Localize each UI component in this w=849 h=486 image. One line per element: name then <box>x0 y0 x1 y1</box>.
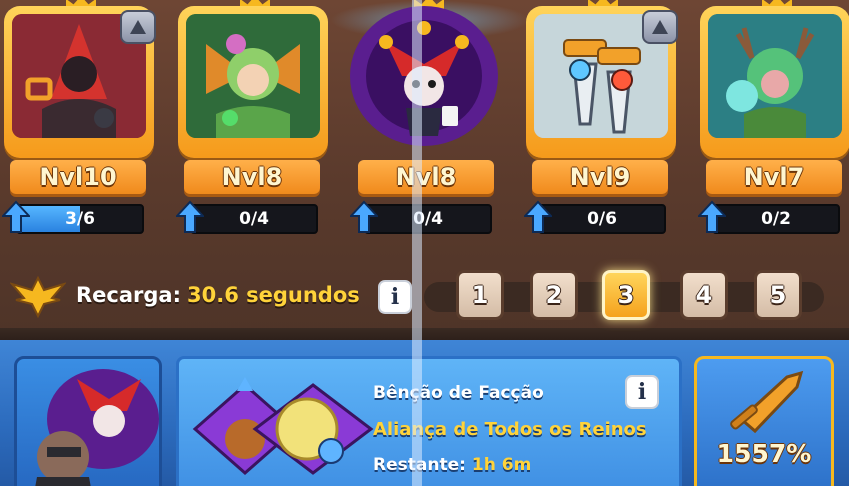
blessing-remaining-value: 1h 6m <box>471 455 532 475</box>
hero-card-5[interactable]: Nvl7 0/2 <box>698 0 849 245</box>
hero-level: Nvl9 <box>532 160 668 194</box>
card-progress-bar: 0/4 <box>190 204 318 234</box>
card-progress-text: 0/4 <box>413 209 443 229</box>
hero-portrait-frame[interactable] <box>178 6 328 158</box>
upgrade-arrow-icon[interactable] <box>2 200 30 234</box>
blessing-remaining: Restante:1h 6m <box>373 455 531 475</box>
power-panel[interactable]: 1557% <box>694 356 834 486</box>
sword-icon <box>730 370 804 434</box>
card-progress-text: 0/2 <box>761 209 791 229</box>
upgrade-arrow-icon[interactable] <box>350 200 378 234</box>
blessing-title: Bênção de Facção <box>373 383 544 403</box>
upgrade-badge-icon[interactable] <box>642 10 678 44</box>
card-progress-bar: 0/6 <box>538 204 666 234</box>
hero-portrait-frame[interactable] <box>4 6 156 158</box>
jester-icon <box>350 6 498 146</box>
druid-icon <box>708 14 842 138</box>
card-progress-text: 0/6 <box>587 209 617 229</box>
cooldown-info-button[interactable]: i <box>378 280 412 314</box>
cooldown-label: Recarga: <box>76 283 181 307</box>
hero-level: Nvl7 <box>706 160 842 194</box>
card-progress-bar: 0/2 <box>712 204 840 234</box>
faction-heroes-icon <box>35 369 159 486</box>
deck-slot-5[interactable]: 5 <box>754 270 802 320</box>
power-percentage: 1557% <box>716 439 812 468</box>
faction-blessing-panel[interactable]: Bênção de Facção Aliança de Todos os Rei… <box>176 356 682 486</box>
deck-slot-1[interactable]: 1 <box>456 270 504 320</box>
upgrade-arrow-icon[interactable] <box>176 200 204 234</box>
upgrade-arrow-icon[interactable] <box>524 200 552 234</box>
blessing-icons <box>192 377 374 475</box>
deck-slot-4[interactable]: 4 <box>680 270 728 320</box>
dryad-icon <box>186 14 320 138</box>
hero-level: Nvl10 <box>10 160 146 194</box>
card-progress-text: 3/6 <box>65 209 95 229</box>
hero-card-3[interactable]: Nvl8 0/4 <box>350 0 510 245</box>
eagle-crest-icon <box>10 275 66 318</box>
overlay-light-beam <box>412 0 422 486</box>
hero-portrait-frame[interactable] <box>700 6 849 158</box>
upgrade-arrow-icon[interactable] <box>698 200 726 234</box>
cooldown-value: 30.6 segundos <box>187 283 360 307</box>
hero-portrait-frame[interactable] <box>350 6 502 158</box>
hero-level: Nvl8 <box>358 160 494 194</box>
hero-card-4[interactable]: Nvl9 0/6 <box>524 0 684 245</box>
deck-slot-3[interactable]: 3 <box>602 270 650 320</box>
hero-level: Nvl8 <box>184 160 320 194</box>
hero-card-1[interactable]: Nvl10 3/6 <box>2 0 162 245</box>
hero-portrait-frame[interactable] <box>526 6 678 158</box>
hero-portrait <box>708 14 842 138</box>
card-progress-bar: 3/6 <box>16 204 144 234</box>
card-progress-text: 0/4 <box>239 209 269 229</box>
card-progress-bar: 0/4 <box>364 204 492 234</box>
faction-heroes-card[interactable] <box>14 356 162 486</box>
hero-card-2[interactable]: Nvl8 0/4 <box>176 0 336 245</box>
hero-portrait <box>186 14 320 138</box>
upgrade-badge-icon[interactable] <box>120 10 156 44</box>
blessing-info-button[interactable]: i <box>625 375 659 409</box>
cooldown-text: Recarga: 30.6 segundos <box>76 280 360 310</box>
deck-slot-2[interactable]: 2 <box>530 270 578 320</box>
